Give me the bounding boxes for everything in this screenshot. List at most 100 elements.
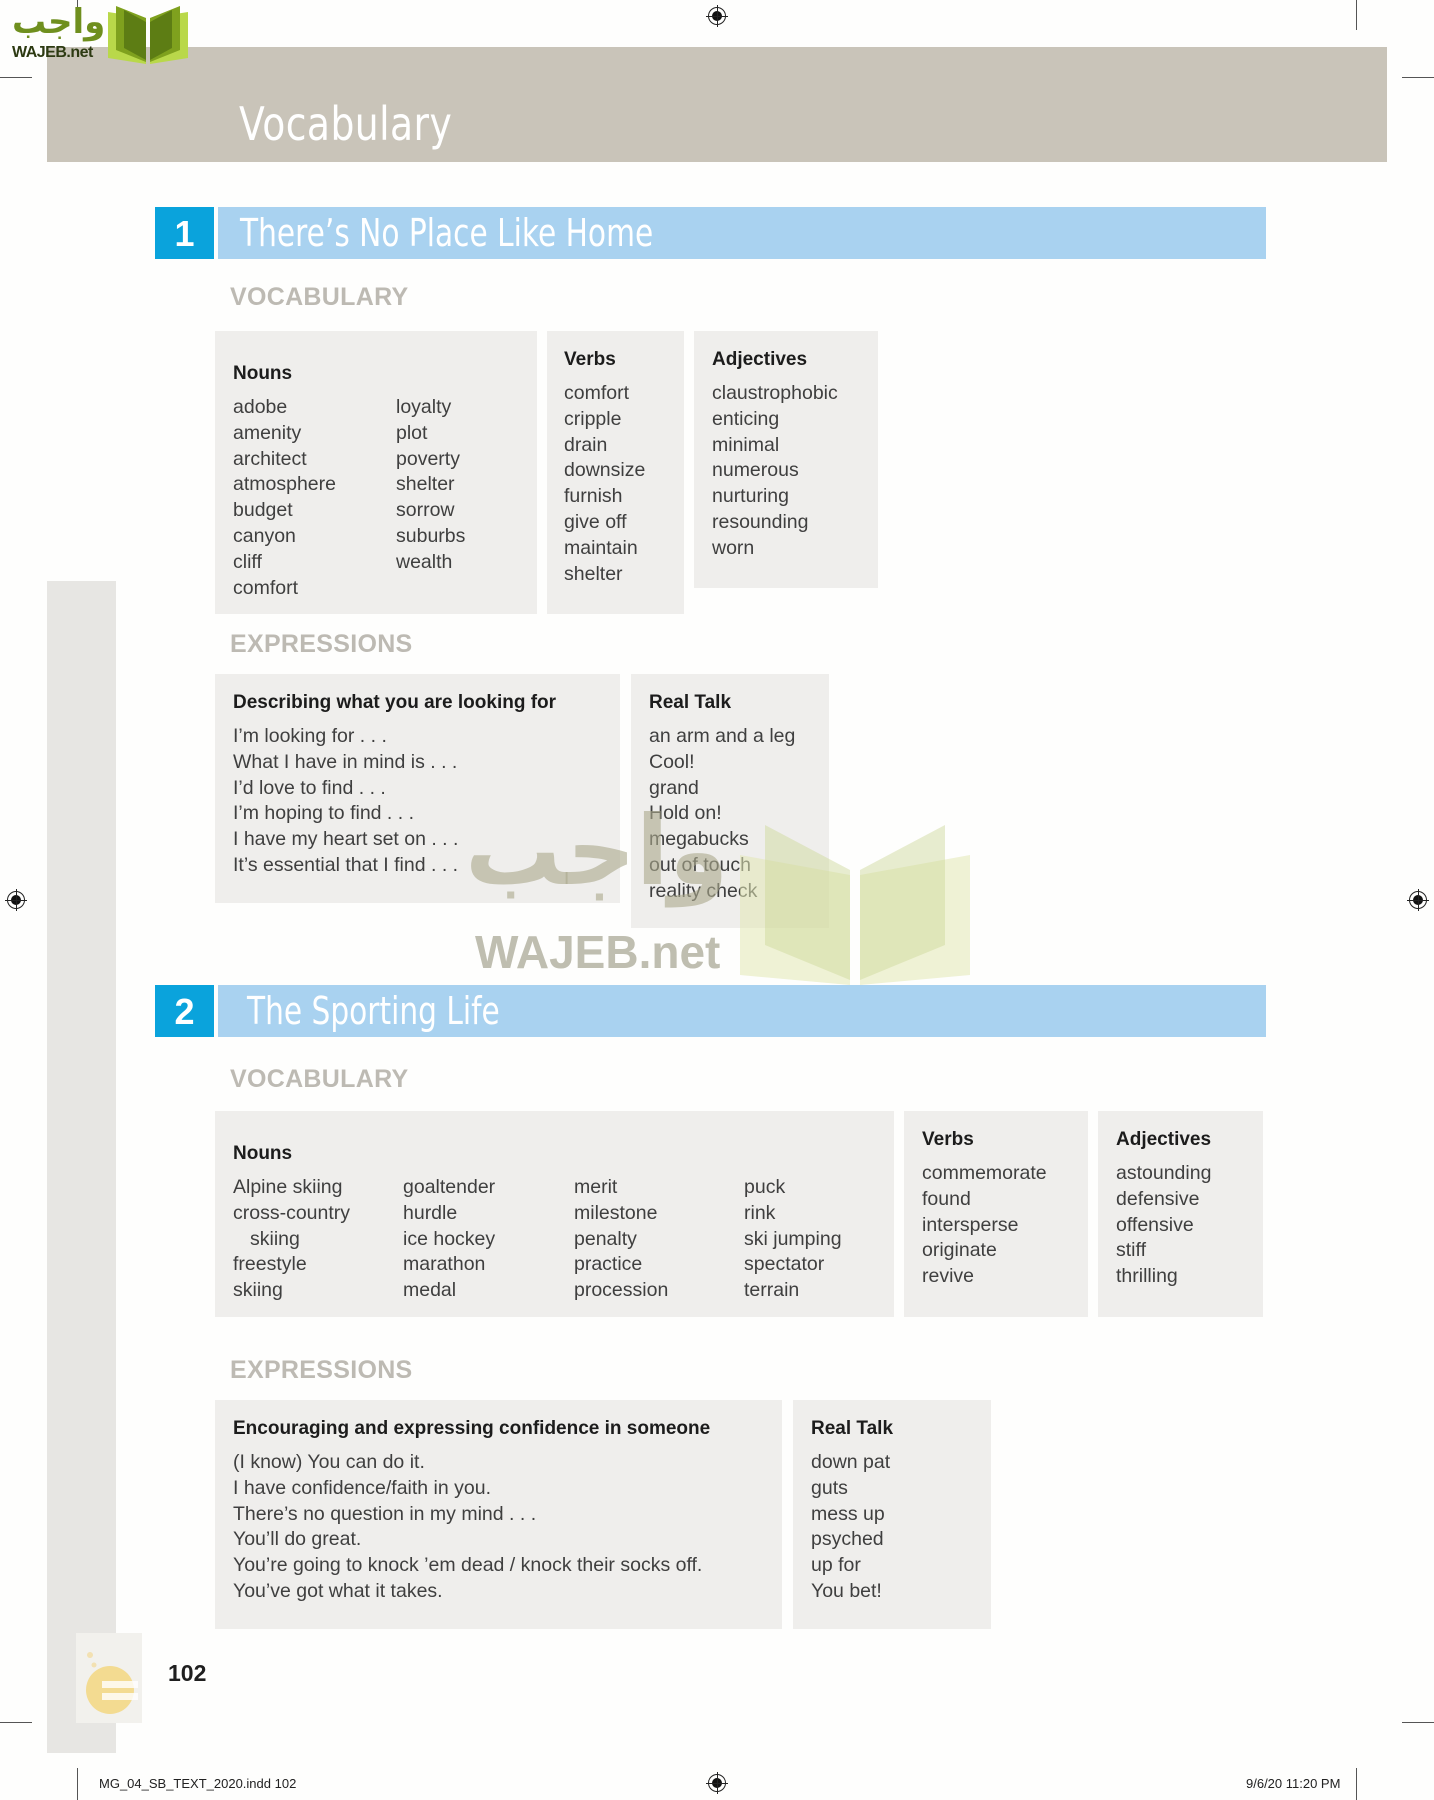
nouns-column-2: loyalty plot poverty shelter sorrow subu…: [396, 395, 465, 576]
list-item: What I have in mind is . . .: [233, 750, 458, 773]
list-item: suburbs: [396, 524, 466, 547]
verbs-box: Verbs comfort cripple drain downsize fur…: [547, 331, 684, 614]
list-item: I’d love to find . . .: [233, 776, 386, 799]
list-item: I’m hoping to find . . .: [233, 802, 415, 825]
list-item: ski jumping: [744, 1227, 842, 1250]
list-item: cliff: [233, 550, 262, 573]
verbs-title: Verbs: [922, 1129, 974, 1150]
list-item: amenity: [233, 421, 302, 444]
nouns-column-3: merit milestone penalty practice process…: [574, 1175, 668, 1304]
adjectives-box: Adjectives astounding defensive offensiv…: [1098, 1111, 1263, 1317]
list-item: cripple: [564, 407, 622, 430]
crop-mark: [0, 77, 32, 78]
list-item: originate: [922, 1239, 997, 1262]
watermark-latin: WAJEB.net: [475, 926, 721, 978]
list-item: claustrophobic: [712, 382, 838, 404]
expressions-label: EXPRESSIONS: [230, 630, 413, 658]
list-item: goaltender: [403, 1176, 496, 1198]
expressions-box: Describing what you are looking for I’m …: [215, 674, 620, 903]
nouns-column-2: goaltender hurdle ice hockey marathon me…: [403, 1175, 495, 1304]
unit-title: There’s No Place Like Home: [240, 211, 654, 255]
unit-number: 1: [155, 207, 214, 259]
expressions-list: I’m looking for . . . What I have in min…: [233, 724, 458, 879]
list-item: defensive: [1116, 1187, 1200, 1210]
list-item: give off: [564, 510, 627, 533]
list-item: resounding: [712, 510, 809, 533]
expressions-title: Describing what you are looking for: [233, 692, 557, 713]
nouns-box: Nouns Alpine skiing cross-country skiing…: [215, 1111, 894, 1317]
page-title: Vocabulary: [239, 97, 453, 151]
logo-arabic-text: واجب: [12, 2, 106, 42]
vocabulary-label: VOCABULARY: [230, 283, 409, 311]
list-item: Hold on!: [649, 802, 722, 825]
list-item: You bet!: [811, 1579, 882, 1602]
list-item: commemorate: [922, 1162, 1047, 1184]
list-item: poverty: [396, 447, 460, 470]
list-item: You’ll do great.: [233, 1528, 362, 1551]
list-item: terrain: [744, 1279, 800, 1302]
footer-decoration: [76, 1633, 142, 1723]
expressions-box: Encouraging and expressing confidence in…: [215, 1400, 782, 1629]
list-item: guts: [811, 1476, 848, 1499]
list-item: mess up: [811, 1502, 885, 1525]
list-item: practice: [574, 1253, 643, 1276]
real-talk-box: Real Talk an arm and a leg Cool! grand H…: [631, 674, 829, 928]
list-item: comfort: [233, 576, 299, 599]
list-item: revive: [922, 1265, 975, 1288]
list-item: shelter: [564, 562, 623, 585]
verbs-list: commemorate found intersperse originate …: [922, 1161, 1047, 1290]
expressions-list: (I know) You can do it. I have confidenc…: [233, 1450, 702, 1605]
real-talk-list: down pat guts mess up psyched up for You…: [811, 1450, 890, 1605]
list-item: intersperse: [922, 1213, 1019, 1236]
list-item: minimal: [712, 433, 780, 456]
slug-filename: MG_04_SB_TEXT_2020.indd 102: [99, 1776, 297, 1791]
list-item: I’m looking for . . .: [233, 725, 387, 747]
footer-logo-icon: [86, 1652, 138, 1714]
adjectives-list: astounding defensive offensive stiff thr…: [1116, 1161, 1211, 1290]
list-item: reality check: [649, 879, 758, 902]
list-item: wealth: [396, 550, 453, 573]
side-strip: [47, 581, 116, 1753]
verbs-title: Verbs: [564, 349, 616, 370]
list-item: thrilling: [1116, 1265, 1178, 1288]
unit-title-bar: There’s No Place Like Home: [218, 207, 1266, 259]
adjectives-title: Adjectives: [712, 349, 808, 370]
logo-latin-text: WAJEB.net: [12, 44, 93, 61]
list-item: medal: [403, 1279, 457, 1302]
list-item: up for: [811, 1554, 861, 1577]
list-item: offensive: [1116, 1213, 1194, 1236]
list-item: Alpine skiing: [233, 1176, 343, 1198]
real-talk-box: Real Talk down pat guts mess up psyched …: [793, 1400, 991, 1629]
list-item: downsize: [564, 459, 646, 482]
unit-number: 2: [155, 985, 214, 1037]
list-item: skiing: [250, 1227, 300, 1250]
list-item: procession: [574, 1279, 669, 1302]
list-item: numerous: [712, 459, 799, 482]
list-item: furnish: [564, 485, 623, 508]
site-logo[interactable]: واجب WAJEB.net: [10, 2, 190, 64]
list-item: freestyle: [233, 1253, 307, 1276]
list-item: megabucks: [649, 828, 749, 851]
expressions-label: EXPRESSIONS: [230, 1356, 413, 1384]
vocabulary-label: VOCABULARY: [230, 1065, 409, 1093]
adjectives-list: claustrophobic enticing minimal numerous…: [712, 381, 838, 562]
slug-date: 9/6/20 11:20 PM: [1246, 1776, 1341, 1791]
nouns-box: Nouns adobe amenity architect atmosphere…: [215, 331, 537, 614]
list-item: comfort: [564, 382, 630, 404]
real-talk-title: Real Talk: [649, 692, 732, 713]
list-item: rink: [744, 1201, 776, 1224]
nouns-column-4: puck rink ski jumping spectator terrain: [744, 1175, 842, 1304]
crop-mark: [1356, 0, 1357, 30]
list-item: milestone: [574, 1201, 658, 1224]
list-item: out of touch: [649, 853, 751, 876]
list-item: puck: [744, 1176, 786, 1198]
list-item: down pat: [811, 1451, 891, 1473]
list-item: merit: [574, 1176, 618, 1198]
list-item: spectator: [744, 1253, 825, 1276]
list-item: drain: [564, 433, 608, 456]
unit-title: The Sporting Life: [247, 989, 500, 1033]
list-item: I have confidence/faith in you.: [233, 1476, 492, 1499]
list-item: psyched: [811, 1528, 884, 1551]
list-item: canyon: [233, 524, 296, 547]
list-item: atmosphere: [233, 473, 336, 496]
